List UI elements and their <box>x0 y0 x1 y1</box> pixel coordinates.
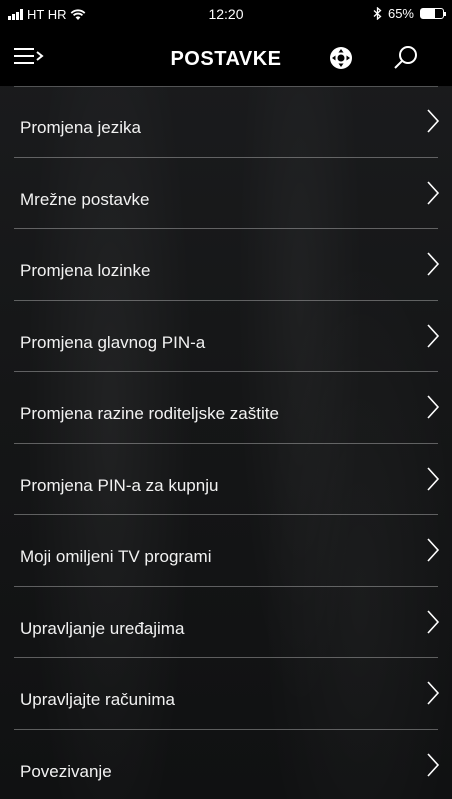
settings-item-favorite-channels[interactable]: Moji omiljeni TV programi <box>0 515 452 587</box>
remote-control-button[interactable] <box>326 43 356 73</box>
settings-item-language[interactable]: Promjena jezika <box>0 86 452 158</box>
settings-screen: HT HR 12:20 65% POSTAVKE Promjena jezika… <box>0 0 452 799</box>
settings-item-label: Promjena PIN-a za kupnju <box>20 475 219 495</box>
settings-item-network[interactable]: Mrežne postavke <box>0 158 452 230</box>
chevron-right-icon <box>427 180 440 205</box>
battery-icon <box>420 8 446 19</box>
chevron-right-icon <box>427 252 440 276</box>
battery-percent: 65% <box>387 6 414 21</box>
chevron-right-icon <box>427 323 440 348</box>
settings-item-label: Moji omiljeni TV programi <box>20 547 212 566</box>
menu-button[interactable] <box>12 41 52 73</box>
chevron-right-icon <box>427 681 440 705</box>
settings-item-label: Promjena jezika <box>20 118 141 137</box>
settings-item-main-pin[interactable]: Promjena glavnog PIN-a <box>0 301 452 373</box>
settings-list: Promjena jezika Mrežne postavke Promjena… <box>0 86 452 799</box>
app-header: POSTAVKE <box>0 28 452 86</box>
settings-item-label: Upravljajte računima <box>20 690 175 709</box>
status-right: 65% <box>373 6 446 21</box>
settings-item-label: Promjena glavnog PIN-a <box>20 332 206 352</box>
chevron-right-icon <box>427 538 440 562</box>
settings-item-label: Promjena lozinke <box>20 261 151 280</box>
battery-level-fill <box>421 9 436 18</box>
settings-item-account-management[interactable]: Upravljajte računima <box>0 658 452 730</box>
chevron-right-icon <box>427 395 440 419</box>
settings-item-label: Upravljanje uređajima <box>20 618 185 638</box>
status-bar: HT HR 12:20 65% <box>0 0 452 28</box>
remote-control-icon <box>330 47 352 69</box>
settings-item-purchase-pin[interactable]: Promjena PIN-a za kupnju <box>0 444 452 516</box>
page-title: POSTAVKE <box>170 48 282 70</box>
menu-icon <box>14 48 44 64</box>
settings-item-label: Promjena razine roditeljske zaštite <box>20 404 279 423</box>
settings-item-label: Povezivanje <box>20 761 112 781</box>
chevron-right-icon <box>427 752 440 777</box>
settings-item-parental-control[interactable]: Promjena razine roditeljske zaštite <box>0 372 452 444</box>
chevron-right-icon <box>427 609 440 634</box>
settings-item-label: Mrežne postavke <box>20 189 150 209</box>
search-button[interactable] <box>389 42 421 74</box>
chevron-right-icon <box>427 109 440 133</box>
bluetooth-icon <box>373 7 382 20</box>
settings-item-password[interactable]: Promjena lozinke <box>0 229 452 301</box>
chevron-right-icon <box>427 466 440 491</box>
settings-item-device-management[interactable]: Upravljanje uređajima <box>0 587 452 659</box>
search-icon <box>394 46 417 69</box>
settings-item-connection[interactable]: Povezivanje <box>0 730 452 799</box>
